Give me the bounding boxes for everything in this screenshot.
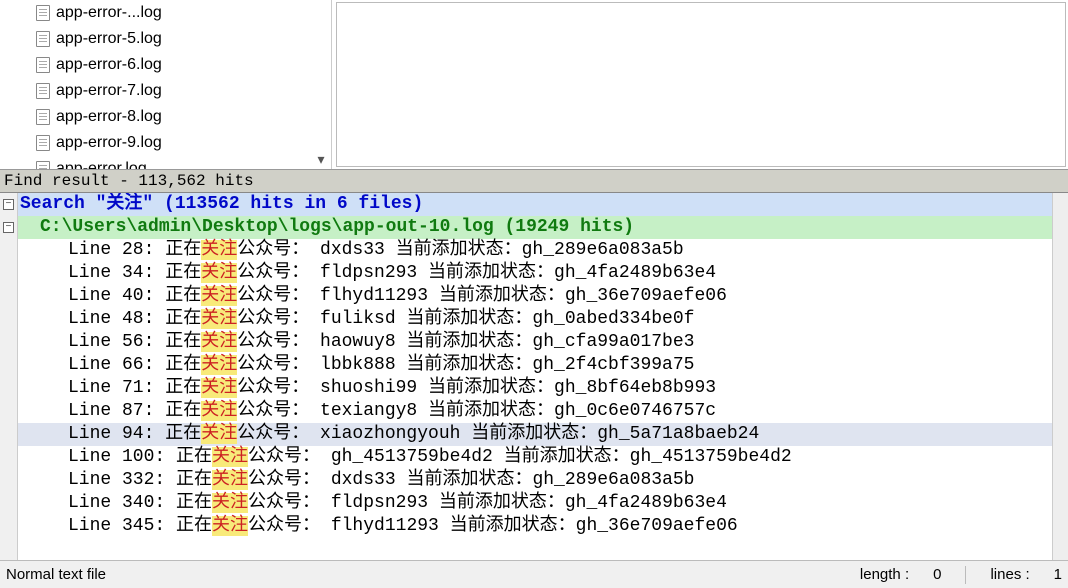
file-tree-item-label: app-error-9.log [56, 134, 162, 152]
result-line-prefix: Line 34: 正在 [68, 263, 201, 283]
file-icon [36, 109, 50, 125]
result-line-prefix: Line 332: 正在 [68, 470, 212, 490]
result-line-suffix: 公众号： shuoshi99 当前添加状态：gh_8bf64eb8b993 [237, 378, 716, 398]
result-line-suffix: 公众号： dxds33 当前添加状态：gh_289e6a083a5b [237, 240, 683, 260]
file-tree-item[interactable]: app-error-7.log [36, 78, 331, 104]
result-line-suffix: 公众号： lbbk888 当前添加状态：gh_2f4cbf399a75 [237, 355, 694, 375]
highlight-match: 关注 [201, 424, 237, 444]
file-summary-row[interactable]: C:\Users\admin\Desktop\logs\app-out-10.l… [18, 216, 1068, 239]
highlight-match: 关注 [212, 447, 248, 467]
file-tree-item[interactable]: app-error-9.log [36, 130, 331, 156]
file-tree-item[interactable]: app-error-8.log [36, 104, 331, 130]
status-length-value: 0 [933, 566, 941, 583]
result-line[interactable]: Line 94: 正在关注公众号： xiaozhongyouh 当前添加状态：g… [18, 423, 1068, 446]
highlight-match: 关注 [201, 378, 237, 398]
file-icon [36, 83, 50, 99]
file-tree-item[interactable]: app-error-6.log [36, 52, 331, 78]
file-icon [36, 135, 50, 151]
result-line[interactable]: Line 66: 正在关注公众号： lbbk888 当前添加状态：gh_2f4c… [18, 354, 1068, 377]
file-icon [36, 161, 50, 169]
file-tree-item-label: app-error.log [56, 160, 147, 169]
result-line[interactable]: Line 71: 正在关注公众号： shuoshi99 当前添加状态：gh_8b… [18, 377, 1068, 400]
result-line-suffix: 公众号： xiaozhongyouh 当前添加状态：gh_5a71a8baeb2… [237, 424, 759, 444]
result-line-suffix: 公众号： dxds33 当前添加状态：gh_289e6a083a5b [248, 470, 694, 490]
result-line-suffix: 公众号： flhyd11293 当前添加状态：gh_36e709aefe06 [237, 286, 727, 306]
result-line-suffix: 公众号： gh_4513759be4d2 当前添加状态：gh_4513759be… [248, 447, 792, 467]
file-tree-item-label: app-error-5.log [56, 30, 162, 48]
highlight-match: 关注 [201, 332, 237, 352]
result-line-prefix: Line 28: 正在 [68, 240, 201, 260]
status-bar: Normal text file length : 0 lines : 1 [0, 560, 1068, 588]
result-line-prefix: Line 87: 正在 [68, 401, 201, 421]
result-line-prefix: Line 71: 正在 [68, 378, 201, 398]
fold-gutter[interactable]: − − [0, 193, 18, 560]
scroll-down-icon[interactable]: ▾ [313, 151, 329, 167]
file-tree-item-label: app-error-6.log [56, 56, 162, 74]
file-tree-item-label: app-error-7.log [56, 82, 162, 100]
result-line-prefix: Line 40: 正在 [68, 286, 201, 306]
highlight-match: 关注 [201, 355, 237, 375]
result-line-prefix: Line 66: 正在 [68, 355, 201, 375]
file-tree-item[interactable]: app-error-...log [36, 0, 331, 26]
result-line-prefix: Line 56: 正在 [68, 332, 201, 352]
file-tree-item-label: app-error-...log [56, 4, 162, 22]
file-icon [36, 31, 50, 47]
result-line-suffix: 公众号： texiangy8 当前添加状态：gh_0c6e0746757c [237, 401, 716, 421]
file-icon [36, 5, 50, 21]
result-line[interactable]: Line 48: 正在关注公众号： fuliksd 当前添加状态：gh_0abe… [18, 308, 1068, 331]
file-tree-item[interactable]: app-error.log [36, 156, 331, 169]
result-line-prefix: Line 345: 正在 [68, 516, 212, 536]
editor-empty-pane [336, 2, 1066, 167]
highlight-match: 关注 [212, 516, 248, 536]
result-line[interactable]: Line 87: 正在关注公众号： texiangy8 当前添加状态：gh_0c… [18, 400, 1068, 423]
result-line-prefix: Line 48: 正在 [68, 309, 201, 329]
fold-toggle-icon[interactable]: − [3, 222, 14, 233]
status-lines-label: lines : [990, 566, 1029, 583]
highlight-match: 关注 [201, 309, 237, 329]
result-line[interactable]: Line 28: 正在关注公众号： dxds33 当前添加状态：gh_289e6… [18, 239, 1068, 262]
fold-toggle-icon[interactable]: − [3, 199, 14, 210]
highlight-match: 关注 [201, 286, 237, 306]
result-line[interactable]: Line 34: 正在关注公众号： fldpsn293 当前添加状态：gh_4f… [18, 262, 1068, 285]
status-length-label: length : [860, 566, 909, 583]
highlight-match: 关注 [201, 240, 237, 260]
status-lines-value: 1 [1054, 566, 1062, 583]
result-line-suffix: 公众号： fldpsn293 当前添加状态：gh_4fa2489b63e4 [237, 263, 716, 283]
file-icon [36, 57, 50, 73]
result-line-suffix: 公众号： fldpsn293 当前添加状态：gh_4fa2489b63e4 [248, 493, 727, 513]
file-tree-item-label: app-error-8.log [56, 108, 162, 126]
result-line-prefix: Line 100: 正在 [68, 447, 212, 467]
result-line[interactable]: Line 340: 正在关注公众号： fldpsn293 当前添加状态：gh_4… [18, 492, 1068, 515]
status-mode: Normal text file [6, 566, 106, 583]
result-line[interactable]: Line 56: 正在关注公众号： haowuy8 当前添加状态：gh_cfa9… [18, 331, 1068, 354]
result-line-prefix: Line 94: 正在 [68, 424, 201, 444]
highlight-match: 关注 [201, 263, 237, 283]
result-line[interactable]: Line 345: 正在关注公众号： flhyd11293 当前添加状态：gh_… [18, 515, 1068, 538]
find-result-header: Find result - 113,562 hits [0, 170, 1068, 193]
result-line-suffix: 公众号： haowuy8 当前添加状态：gh_cfa99a017be3 [237, 332, 694, 352]
result-line-suffix: 公众号： flhyd11293 当前添加状态：gh_36e709aefe06 [248, 516, 738, 536]
vertical-scrollbar[interactable] [1052, 193, 1068, 560]
highlight-match: 关注 [212, 470, 248, 490]
highlight-match: 关注 [212, 493, 248, 513]
highlight-match: 关注 [201, 401, 237, 421]
result-line[interactable]: Line 100: 正在关注公众号： gh_4513759be4d2 当前添加状… [18, 446, 1068, 469]
file-tree[interactable]: app-error-...log app-error-5.log app-error… [0, 0, 332, 169]
result-line[interactable]: Line 40: 正在关注公众号： flhyd11293 当前添加状态：gh_3… [18, 285, 1068, 308]
file-tree-item[interactable]: app-error-5.log [36, 26, 331, 52]
search-summary-row[interactable]: Search "关注" (113562 hits in 6 files) [18, 193, 1068, 216]
result-line-suffix: 公众号： fuliksd 当前添加状态：gh_0abed334be0f [237, 309, 694, 329]
result-line-prefix: Line 340: 正在 [68, 493, 212, 513]
search-results-panel[interactable]: − − Search "关注" (113562 hits in 6 files)… [0, 193, 1068, 560]
result-line[interactable]: Line 332: 正在关注公众号： dxds33 当前添加状态：gh_289e… [18, 469, 1068, 492]
